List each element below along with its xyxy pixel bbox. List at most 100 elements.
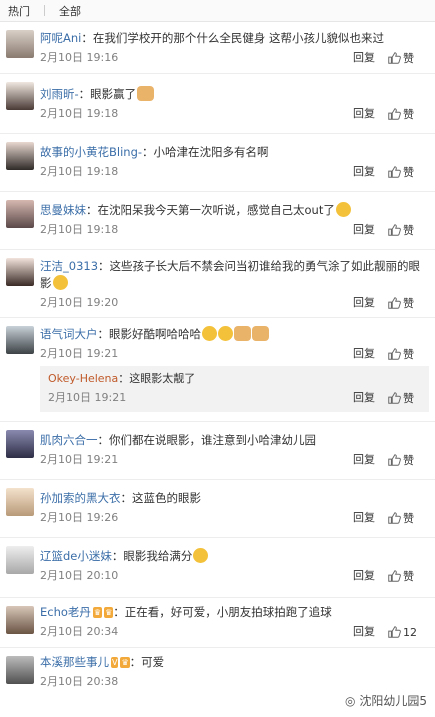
like-count: 赞 [403,224,414,237]
like-button[interactable]: 赞 [387,344,423,364]
comment-item: 故事的小黄花Bling-：小哈津在沈阳多有名啊 2月10日 19:18 回复 赞 [0,134,435,192]
reply-button[interactable]: 回复 [353,622,375,642]
reply-button[interactable]: 回复 [353,344,375,364]
tab-hot[interactable]: 热门 [4,3,34,19]
comment-time: 2月10日 19:18 [40,223,119,236]
reply-button[interactable]: 回复 [353,388,375,408]
commenter-name[interactable]: 语气词大户 [40,327,98,341]
thumbs-up-icon [388,626,401,638]
comment-time: 2月10日 19:20 [40,296,119,309]
comment-time: 2月10日 19:18 [40,107,119,120]
comment-item: Echo老丹 ♛ ♛：正在看，好可爱，小朋友拍球拍跑了追球 2月10日 20:34 … [0,598,435,648]
comment-item: 刘雨昕-：眼影赢了 2月10日 19:18 回复 赞 [0,74,435,134]
like-count: 赞 [403,570,414,583]
avatar[interactable] [6,258,34,286]
like-button[interactable]: 赞 [387,566,423,586]
thumbs-up-icon [388,224,401,236]
thumbs-up-icon [388,166,401,178]
commenter-name[interactable]: 辽篮de小迷妹 [40,549,112,563]
comment-time: 2月10日 19:16 [40,51,119,64]
like-count: 赞 [403,348,414,361]
like-count: 赞 [403,512,414,525]
vip-badge-icon: ♛ [92,607,103,618]
avatar[interactable] [6,326,34,354]
like-count: 赞 [403,392,414,405]
reply-button[interactable]: 回复 [353,450,375,470]
avatar[interactable] [6,430,34,458]
commenter-name[interactable]: 故事的小黄花Bling- [40,145,142,159]
thumbs-up-icon [388,570,401,582]
avatar[interactable] [6,606,34,634]
commenter-name[interactable]: 汪洁_0313 [40,259,98,273]
clapping-emoji-icon [234,326,251,341]
commenter-name[interactable]: 阿呢Ani [40,31,81,45]
watermark-text: 沈阳幼儿园 [359,694,420,708]
commenter-name[interactable]: 刘雨昕- [40,87,79,101]
reply-button[interactable]: 回复 [353,104,375,124]
like-count: 12 [403,625,417,639]
commenter-name[interactable]: Echo老丹 [40,605,91,619]
comment-item: 孙加索的黑大衣：这蓝色的眼影 2月10日 19:26 回复 赞 [0,480,435,538]
like-button[interactable]: 赞 [387,162,423,182]
commenter-name[interactable]: 思曼妹妹 [40,203,86,217]
comment-tabs: 热门 全部 [0,0,435,22]
comment-text: 在我们学校开的那个什么全民健身 这帮小孩儿貌似也来过 [92,31,385,45]
comment-time: 2月10日 20:34 [40,625,119,638]
laughing-emoji-icon [52,275,68,290]
comment-item: 辽篮de小迷妹：眼影我给满分 2月10日 20:10 回复 赞 [0,538,435,598]
comment-item: 阿呢Ani：在我们学校开的那个什么全民健身 这帮小孩儿貌似也来过 2月10日 1… [0,22,435,74]
laughing-emoji-icon [202,326,217,341]
like-count: 赞 [403,454,414,467]
avatar[interactable] [6,200,34,228]
reply-time: 2月10日 19:21 [48,391,127,404]
reply-button[interactable]: 回复 [353,48,375,68]
vip-badge-icon: V [111,657,119,668]
like-button[interactable]: 赞 [387,450,423,470]
reply-author-name[interactable]: Okey-Helena [48,372,118,385]
avatar[interactable] [6,82,34,110]
comment-time: 2月10日 20:10 [40,569,119,582]
commenter-name[interactable]: 孙加索的黑大衣 [40,491,121,505]
comment-time: 2月10日 19:21 [40,453,119,466]
commenter-name[interactable]: 本溪那些事儿 [40,655,109,669]
like-button[interactable]: 赞 [387,388,423,408]
avatar[interactable] [6,142,34,170]
comment-time: 2月10日 19:21 [40,347,119,360]
like-count: 赞 [403,52,414,65]
reply-button[interactable]: 回复 [353,508,375,528]
level-badge-icon: ♛ [104,607,114,618]
like-count: 赞 [403,297,414,310]
reply-button[interactable]: 回复 [353,293,375,313]
thumbs-up-icon [388,512,401,524]
reply-button[interactable]: 回复 [353,566,375,586]
watermark: ◎ 沈阳幼儿园5 [343,692,429,709]
comment-text: 这蓝色的眼影 [132,491,201,505]
tab-all[interactable]: 全部 [55,3,85,19]
avatar[interactable] [6,488,34,516]
comment-text: 可爱 [141,655,165,669]
commenter-name[interactable]: 肌肉六合一 [40,433,98,447]
like-button[interactable]: 赞 [387,220,423,240]
avatar[interactable] [6,656,34,684]
nested-reply: Okey-Helena：这眼影太靓了 2月10日 19:21 回复 赞 [40,366,429,412]
surprised-emoji-icon [193,548,209,563]
avatar[interactable] [6,30,34,58]
clapping-emoji-icon [252,326,269,341]
comment-time: 2月10日 19:26 [40,511,119,524]
like-button[interactable]: 赞 [387,293,423,313]
like-button[interactable]: 赞 [387,48,423,68]
comment-item: 汪洁_0313：这些孩子长大后不禁会问当初谁给我的勇气涂了如此靓丽的眼影 2月1… [0,250,435,318]
like-button[interactable]: 赞 [387,104,423,124]
like-button[interactable]: 赞 [387,508,423,528]
avatar[interactable] [6,546,34,574]
comment-item: 本溪那些事儿 V ♛：可爱 2月10日 20:38 [0,648,435,698]
comment-text: 眼影赢了 [90,87,137,101]
tab-divider [44,5,45,16]
wechat-icon: ◎ [345,694,360,708]
reply-button[interactable]: 回复 [353,220,375,240]
thumbs-up-icon [388,392,401,404]
comment-time: 2月10日 19:18 [40,165,119,178]
like-button[interactable]: 12 [387,622,423,642]
reply-button[interactable]: 回复 [353,162,375,182]
like-count-last: 5 [419,694,427,708]
